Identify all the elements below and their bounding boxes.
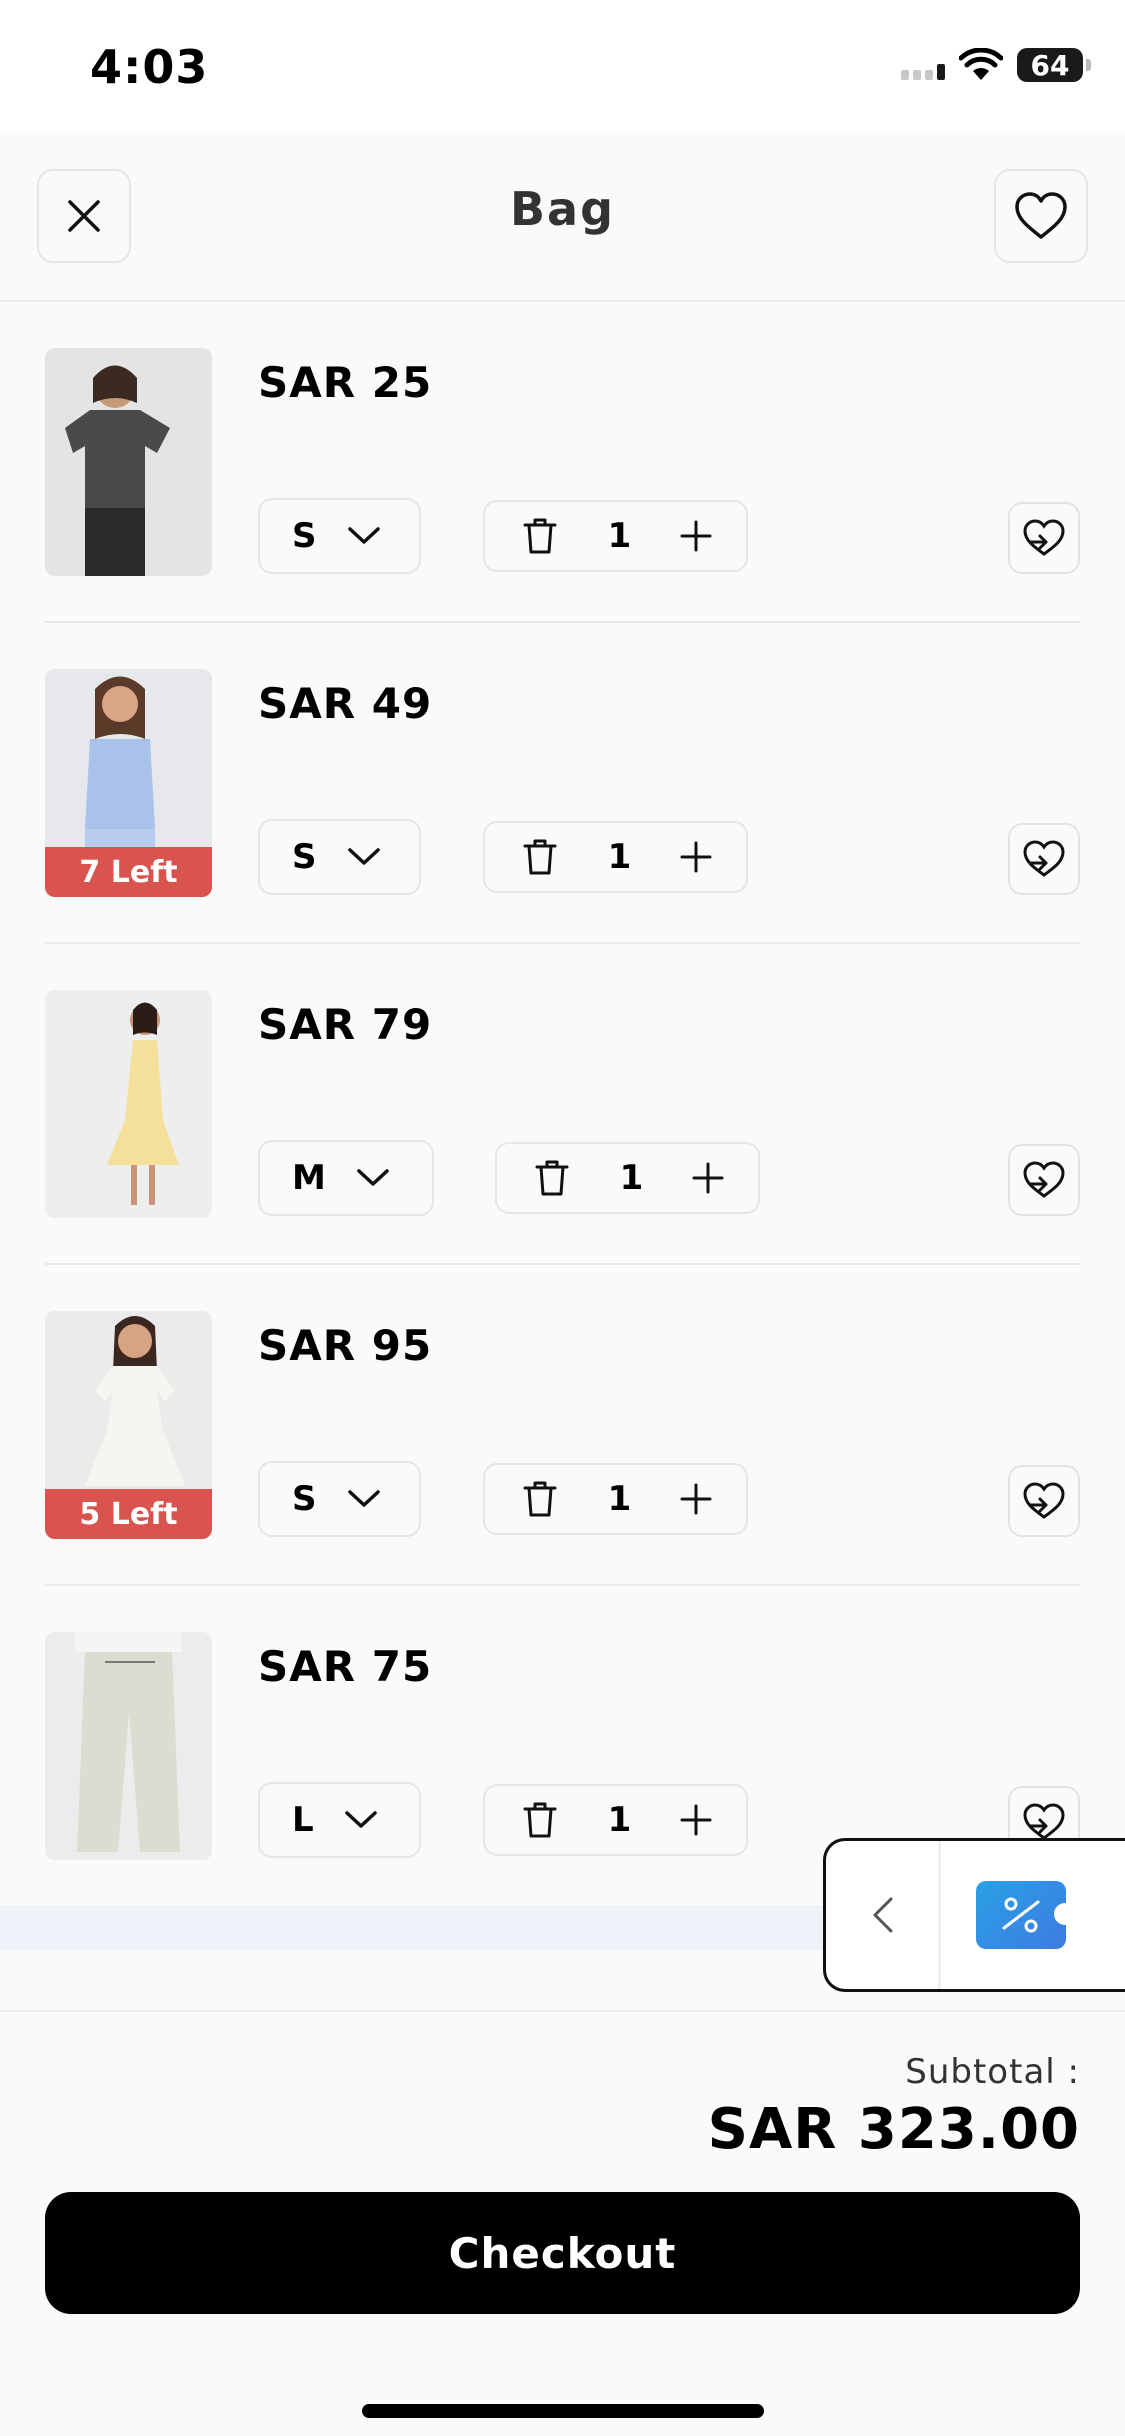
size-select[interactable]: S — [258, 1461, 421, 1537]
item-price: SAR 75 — [258, 1642, 433, 1691]
quantity-value: 1 — [607, 1479, 632, 1519]
plus-icon[interactable] — [680, 841, 712, 873]
size-value: S — [292, 516, 317, 556]
plus-icon[interactable] — [680, 1483, 712, 1515]
heart-move-icon — [1023, 840, 1065, 877]
quantity-value: 1 — [607, 1800, 632, 1840]
plus-icon[interactable] — [692, 1162, 724, 1194]
trousers-illustration — [45, 1632, 212, 1860]
quantity-value: 1 — [607, 516, 632, 556]
bag-item: 5 Left SAR 95 S 1 — [45, 1265, 1080, 1586]
status-time: 4:03 — [90, 40, 209, 94]
trash-icon[interactable] — [521, 1479, 559, 1519]
checkout-button[interactable]: Checkout — [45, 2192, 1080, 2314]
chevron-left-icon — [873, 1897, 893, 1933]
size-value: S — [292, 1479, 317, 1519]
heart-icon — [1015, 192, 1067, 239]
chevron-down-icon — [347, 1490, 380, 1507]
collapse-coupon-button[interactable] — [826, 1841, 941, 1989]
battery-icon: 64 — [1017, 48, 1091, 82]
size-value: S — [292, 837, 317, 877]
trash-icon[interactable] — [521, 516, 559, 556]
subtotal-value: SAR 323.00 — [707, 2097, 1080, 2162]
size-select[interactable]: M — [258, 1140, 434, 1216]
chevron-down-icon — [347, 848, 380, 865]
product-image[interactable]: 5 Left — [45, 1311, 212, 1539]
dress-illustration — [45, 990, 212, 1218]
product-image[interactable] — [45, 1632, 212, 1860]
size-select[interactable]: L — [258, 1782, 421, 1858]
quantity-stepper: 1 — [483, 500, 748, 572]
item-price: SAR 49 — [258, 679, 433, 728]
chevron-down-icon — [357, 1169, 389, 1186]
item-price: SAR 79 — [258, 1000, 433, 1049]
quantity-value: 1 — [619, 1158, 644, 1198]
size-select[interactable]: S — [258, 819, 421, 895]
product-image[interactable] — [45, 348, 212, 576]
quantity-stepper: 1 — [495, 1142, 760, 1214]
plus-icon[interactable] — [680, 1804, 712, 1836]
stock-badge: 5 Left — [45, 1489, 212, 1539]
cellular-signal-icon — [901, 50, 945, 80]
tshirt-illustration — [45, 348, 212, 576]
status-icons: 64 — [901, 48, 1091, 82]
product-image[interactable] — [45, 990, 212, 1218]
bag-item: SAR 25 S 1 — [45, 302, 1080, 623]
bag-item: 7 Left SAR 49 S 1 — [45, 623, 1080, 944]
page-title: Bag — [509, 182, 616, 236]
heart-move-icon — [1023, 1803, 1065, 1840]
status-bar: 4:03 64 — [0, 0, 1125, 132]
item-price: SAR 95 — [258, 1321, 433, 1370]
wishlist-button[interactable] — [994, 169, 1088, 263]
heart-move-icon — [1023, 1482, 1065, 1519]
quantity-stepper: 1 — [483, 1463, 748, 1535]
chevron-down-icon — [344, 1811, 377, 1828]
size-select[interactable]: S — [258, 498, 421, 574]
quantity-value: 1 — [607, 837, 632, 877]
move-to-wishlist-button[interactable] — [1008, 1144, 1080, 1216]
plus-icon[interactable] — [680, 520, 712, 552]
wifi-icon — [959, 48, 1003, 80]
chevron-down-icon — [347, 527, 380, 544]
heart-move-icon — [1023, 1161, 1065, 1198]
item-price: SAR 25 — [258, 358, 433, 407]
move-to-wishlist-button[interactable] — [1008, 1465, 1080, 1537]
trash-icon[interactable] — [533, 1158, 571, 1198]
bag-items-list: SAR 25 S 1 7 Left SAR 49 S 1 SAR 79 M 1 … — [0, 302, 1125, 1907]
subtotal-label: Subtotal : — [905, 2052, 1080, 2092]
bag-header: Bag — [0, 132, 1125, 302]
trash-icon[interactable] — [521, 837, 559, 877]
heart-move-icon — [1023, 519, 1065, 556]
discount-coupon-icon[interactable] — [976, 1881, 1076, 1949]
trash-icon[interactable] — [521, 1800, 559, 1840]
product-image[interactable]: 7 Left — [45, 669, 212, 897]
stock-badge: 7 Left — [45, 847, 212, 897]
size-value: M — [292, 1158, 326, 1198]
quantity-stepper: 1 — [483, 1784, 748, 1856]
quantity-stepper: 1 — [483, 821, 748, 893]
move-to-wishlist-button[interactable] — [1008, 823, 1080, 895]
bag-item: SAR 79 M 1 — [45, 944, 1080, 1265]
checkout-footer: Subtotal : SAR 323.00 Checkout — [0, 2010, 1125, 2436]
percent-icon — [1002, 1897, 1040, 1933]
home-indicator[interactable] — [362, 2404, 764, 2418]
size-value: L — [292, 1800, 314, 1840]
move-to-wishlist-button[interactable] — [1008, 502, 1080, 574]
coupon-widget[interactable] — [823, 1838, 1125, 1992]
